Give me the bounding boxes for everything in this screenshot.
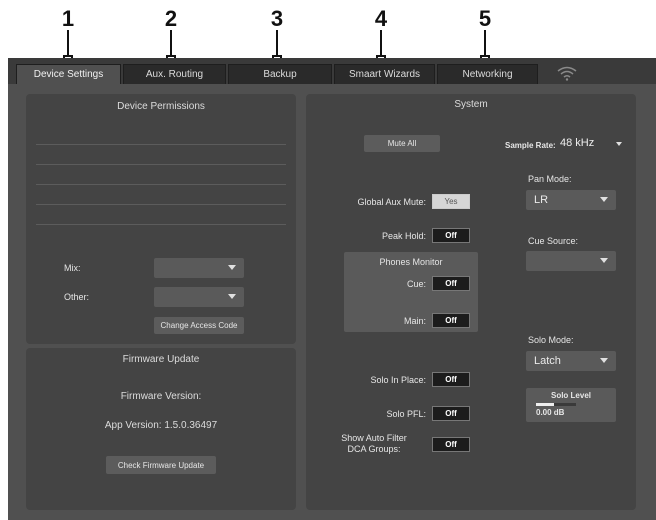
permission-row-1: [36, 144, 286, 145]
other-dropdown[interactable]: [154, 287, 244, 307]
sample-rate-value: 48 kHz: [560, 137, 595, 149]
callout-1: 1: [61, 6, 75, 31]
callout-line-2: [170, 30, 172, 56]
wifi-icon: [557, 66, 577, 81]
peak-hold-toggle[interactable]: Off: [432, 228, 470, 243]
permission-row-3: [36, 184, 286, 185]
global-aux-mute-toggle[interactable]: Yes: [432, 194, 470, 209]
device-permissions-panel: Device Permissions Mix: Other: Change Ac…: [26, 94, 296, 344]
chevron-down-icon: [600, 358, 608, 363]
solo-in-place-label: Solo In Place:: [370, 375, 426, 385]
chevron-down-icon: [600, 197, 608, 202]
show-auto-filter-label: Show Auto Filter DCA Groups:: [322, 433, 426, 455]
peak-hold-label: Peak Hold:: [381, 231, 426, 241]
callout-5: 5: [478, 6, 492, 31]
callout-line-5: [484, 30, 486, 56]
show-auto-filter-label-line-2: DCA Groups:: [347, 444, 401, 454]
check-firmware-update-button[interactable]: Check Firmware Update: [106, 456, 216, 474]
change-access-code-button[interactable]: Change Access Code: [154, 317, 244, 334]
mute-all-button[interactable]: Mute All: [364, 135, 440, 152]
solo-level-control[interactable]: Solo Level 0.00 dB: [526, 388, 616, 422]
firmware-update-title: Firmware Update: [122, 354, 200, 365]
device-settings-content: Device Permissions Mix: Other: Change Ac…: [8, 84, 656, 520]
callout-4: 4: [374, 6, 388, 31]
chevron-down-icon: [600, 258, 608, 263]
callout-line-3: [276, 30, 278, 56]
chevron-down-icon: [228, 265, 236, 270]
app-window: Device Settings Aux. Routing Backup Smaa…: [8, 58, 656, 520]
cue-label: Cue:: [406, 279, 426, 289]
chevron-down-icon: [228, 294, 236, 299]
pan-mode-label: Pan Mode:: [528, 174, 572, 184]
callout-3: 3: [270, 6, 284, 31]
device-permissions-title: Device Permissions: [117, 101, 205, 112]
sample-rate-dropdown[interactable]: 48 kHz: [554, 135, 624, 153]
tab-smaart-wizards[interactable]: Smaart Wizards: [334, 64, 435, 84]
tab-networking[interactable]: Networking: [437, 64, 538, 84]
callout-line-4: [380, 30, 382, 56]
solo-mode-dropdown[interactable]: Latch: [526, 351, 616, 371]
mix-dropdown[interactable]: [154, 258, 244, 278]
show-auto-filter-label-line-1: Show Auto Filter: [341, 433, 407, 443]
chevron-down-icon: [616, 142, 622, 146]
app-version-text: App Version: 1.5.0.36497: [104, 420, 218, 431]
firmware-update-panel: Firmware Update Firmware Version: App Ve…: [26, 348, 296, 510]
show-auto-filter-toggle[interactable]: Off: [432, 437, 470, 452]
tab-aux-routing[interactable]: Aux. Routing: [123, 64, 226, 84]
callout-line-1: [67, 30, 69, 56]
permission-row-4: [36, 204, 286, 205]
cue-toggle[interactable]: Off: [432, 276, 470, 291]
solo-level-label: Solo Level: [550, 391, 591, 400]
cue-source-dropdown[interactable]: [526, 251, 616, 271]
main-toggle[interactable]: Off: [432, 313, 470, 328]
solo-pfl-toggle[interactable]: Off: [432, 406, 470, 421]
other-label: Other:: [64, 292, 90, 302]
main-label: Main:: [403, 316, 426, 326]
firmware-version-label: Firmware Version:: [120, 391, 202, 402]
phones-monitor-panel: Phones Monitor Cue: Off Main: Off: [344, 252, 478, 332]
mix-label: Mix:: [64, 263, 81, 273]
system-panel: System Mute All Sample Rate: 48 kHz Glob…: [306, 94, 636, 510]
pan-mode-value: LR: [534, 194, 549, 206]
solo-level-meter: [536, 403, 576, 406]
permission-row-2: [36, 164, 286, 165]
tab-backup[interactable]: Backup: [228, 64, 332, 84]
tab-device-settings[interactable]: Device Settings: [16, 64, 121, 84]
pan-mode-dropdown[interactable]: LR: [526, 190, 616, 210]
solo-level-value: 0.00 dB: [536, 408, 565, 417]
callout-2: 2: [164, 6, 178, 31]
cue-source-label: Cue Source:: [528, 236, 579, 246]
system-title: System: [454, 99, 488, 110]
sample-rate-label: Sample Rate:: [505, 141, 556, 150]
permission-row-5: [36, 224, 286, 225]
solo-pfl-label: Solo PFL:: [386, 409, 426, 419]
solo-mode-value: Latch: [534, 355, 561, 367]
global-aux-mute-label: Global Aux Mute:: [357, 197, 426, 207]
solo-in-place-toggle[interactable]: Off: [432, 372, 470, 387]
phones-monitor-title: Phones Monitor: [379, 257, 443, 267]
tab-bar: Device Settings Aux. Routing Backup Smaa…: [8, 58, 656, 86]
solo-level-fill: [536, 403, 554, 406]
solo-mode-label: Solo Mode:: [528, 335, 574, 345]
